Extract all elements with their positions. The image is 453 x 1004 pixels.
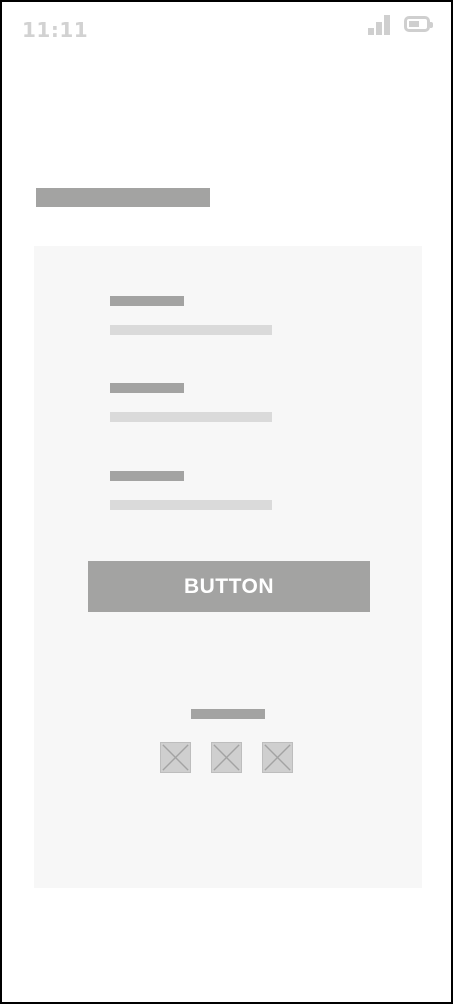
input-field-2[interactable] (110, 412, 272, 422)
battery-icon (404, 16, 433, 32)
input-field-3[interactable] (110, 500, 272, 510)
form-card: BUTTON (34, 246, 422, 888)
field-label-1 (110, 296, 184, 306)
image-placeholder-icon[interactable] (160, 742, 191, 773)
image-placeholder-icon[interactable] (211, 742, 242, 773)
field-label-2 (110, 383, 184, 393)
field-label-3 (110, 471, 184, 481)
phone-frame: 11:11 BUTTON (0, 0, 453, 1004)
input-field-1[interactable] (110, 325, 272, 335)
image-placeholder-icon[interactable] (262, 742, 293, 773)
social-login-label (191, 709, 265, 719)
status-time: 11:11 (22, 18, 89, 42)
signal-icon (368, 15, 392, 35)
submit-button[interactable]: BUTTON (88, 561, 370, 612)
page-title-placeholder (36, 188, 210, 207)
